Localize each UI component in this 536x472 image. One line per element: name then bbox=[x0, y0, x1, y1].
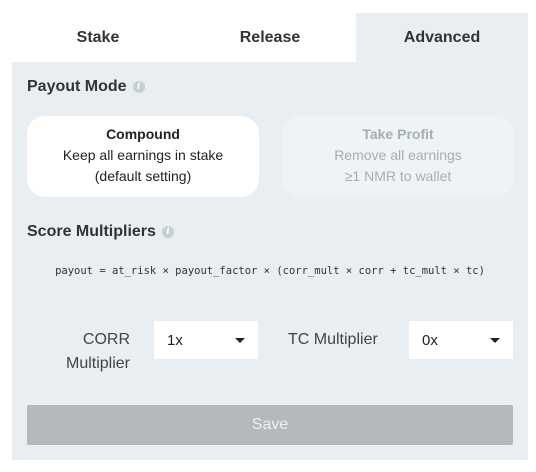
tab-release[interactable]: Release bbox=[184, 13, 356, 62]
compound-title: Compound bbox=[106, 126, 180, 142]
info-icon[interactable]: i bbox=[161, 226, 174, 238]
tab-bar: Stake Release Advanced bbox=[12, 13, 528, 62]
payout-formula: payout = at_risk × payout_factor × (corr… bbox=[55, 265, 485, 277]
tc-multiplier-select[interactable]: 0x bbox=[409, 321, 513, 359]
score-multipliers-title: Score Multipliers bbox=[27, 223, 156, 240]
compound-option[interactable]: Compound Keep all earnings in stake (def… bbox=[27, 116, 259, 197]
tab-advanced[interactable]: Advanced bbox=[356, 13, 528, 62]
save-button[interactable]: Save bbox=[27, 405, 513, 445]
info-icon[interactable]: i bbox=[132, 81, 145, 93]
payout-mode-title: Payout Mode bbox=[27, 78, 127, 95]
corr-multiplier-select[interactable]: 1x bbox=[154, 321, 258, 359]
tab-stake[interactable]: Stake bbox=[12, 13, 184, 62]
take-profit-title: Take Profit bbox=[362, 126, 434, 142]
caret-down-icon bbox=[490, 337, 500, 343]
score-multipliers-heading: Score Multipliers i bbox=[27, 223, 174, 241]
corr-label-line2: Multiplier bbox=[65, 355, 130, 372]
corr-multiplier-label: CORR Multiplier bbox=[37, 328, 130, 376]
tc-multiplier-label: TC Multiplier bbox=[288, 331, 378, 348]
tc-multiplier-value: 0x bbox=[422, 331, 438, 349]
payout-mode-heading: Payout Mode i bbox=[27, 78, 145, 96]
corr-label-line1: CORR bbox=[82, 331, 130, 348]
take-profit-desc-line2: ≥1 NMR to wallet bbox=[344, 168, 452, 184]
take-profit-option[interactable]: Take Profit Remove all earnings ≥1 NMR t… bbox=[282, 116, 514, 197]
take-profit-desc-line1: Remove all earnings bbox=[334, 147, 462, 163]
compound-desc-line1: Keep all earnings in stake bbox=[62, 147, 224, 163]
advanced-panel: Payout Mode i Compound Keep all earnings… bbox=[12, 62, 528, 460]
compound-desc-line2: (default setting) bbox=[94, 168, 192, 184]
caret-down-icon bbox=[235, 337, 245, 343]
corr-multiplier-value: 1x bbox=[167, 331, 183, 349]
